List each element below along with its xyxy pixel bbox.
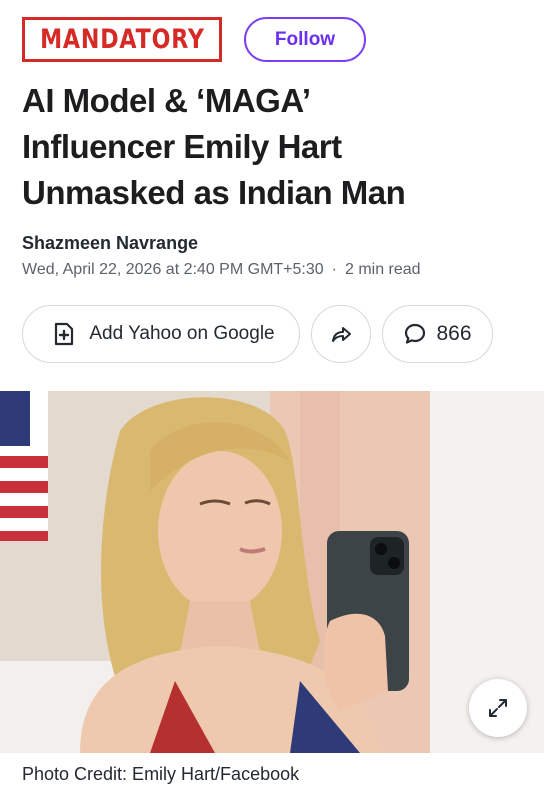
phone-image [323, 531, 409, 711]
photo-credit: Photo Credit: Emily Hart/Facebook [22, 764, 300, 784]
expand-image-button[interactable] [469, 679, 527, 737]
flag-image [0, 391, 48, 541]
share-button[interactable] [311, 305, 371, 363]
publisher-logo[interactable]: MANDATORY [22, 17, 222, 62]
follow-button[interactable]: Follow [244, 17, 366, 62]
meta-separator: · [331, 261, 337, 278]
article-headline: AI Model & ‘MAGA’ Influencer Emily Hart … [22, 78, 522, 216]
expand-icon [487, 697, 509, 719]
comment-bubble-icon [403, 322, 427, 346]
headline-line: Unmasked as Indian Man [22, 174, 406, 211]
headline-line: AI Model & ‘MAGA’ [22, 82, 311, 119]
publish-date: Wed, April 22, 2026 at 2:40 PM GMT+5:30 [22, 261, 324, 278]
publisher-logo-text: MANDATORY [39, 24, 205, 55]
headline-line: Influencer Emily Hart [22, 128, 342, 165]
article-photo[interactable] [0, 391, 544, 753]
read-time: 2 min read [344, 261, 421, 278]
author-name[interactable]: Shazmeen Navrange [22, 233, 198, 254]
add-yahoo-on-google-button[interactable]: Add Yahoo on Google [22, 305, 300, 363]
add-yahoo-on-google-label: Add Yahoo on Google [89, 323, 275, 344]
comments-button[interactable]: 866 [382, 305, 493, 363]
article-meta: Wed, April 22, 2026 at 2:40 PM GMT+5:30 ·… [22, 261, 421, 279]
publisher-bar: MANDATORY Follow [22, 17, 366, 62]
share-arrow-icon [330, 324, 352, 344]
comment-count: 866 [436, 322, 472, 345]
add-box-icon [53, 322, 75, 346]
